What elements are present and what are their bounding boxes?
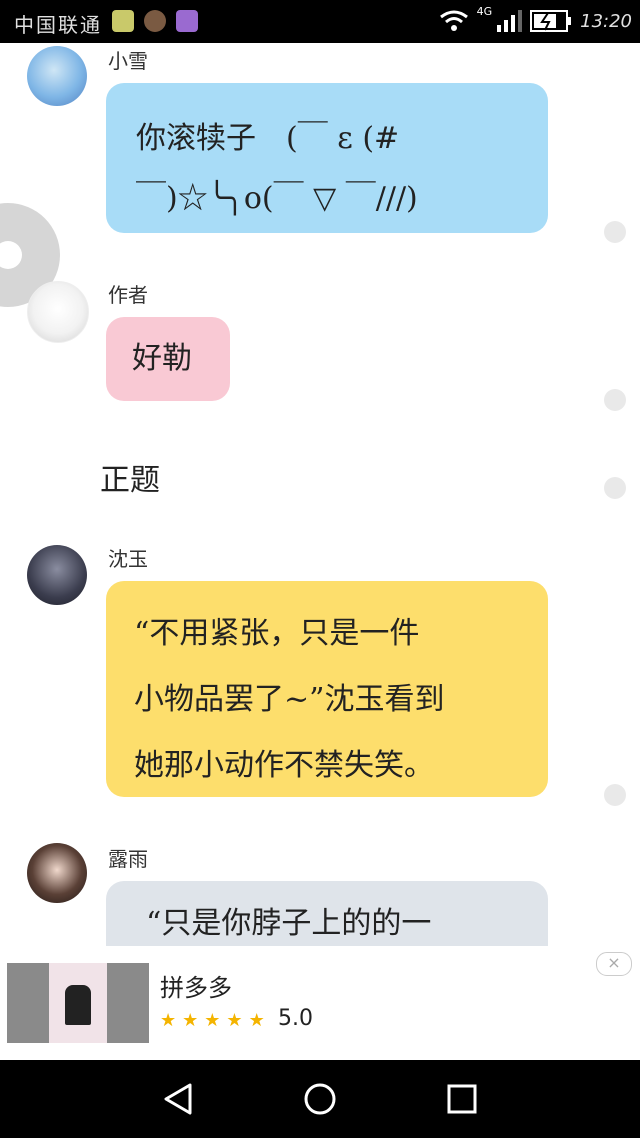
ad-banner[interactable]: 广告 拼多多 ★ ★ ★ ★ ★ 5.0 ×	[0, 946, 640, 1060]
message-bubble[interactable]: “不用紧张，只是一件 小物品罢了~”沈玉看到 她那小动作不禁失笑。	[106, 581, 548, 797]
notification-icon	[112, 10, 134, 32]
select-dot[interactable]	[604, 784, 626, 806]
avatar[interactable]	[27, 281, 89, 343]
signal-icon	[497, 10, 523, 32]
avatar[interactable]	[27, 545, 87, 605]
close-icon[interactable]: ×	[596, 952, 632, 976]
ad-app-name[interactable]: 拼多多	[160, 968, 232, 1003]
home-icon[interactable]	[303, 1082, 337, 1116]
wifi-icon	[439, 10, 468, 31]
clock: 13:20	[580, 10, 632, 32]
message-line: 小物品罢了~”沈玉看到	[134, 682, 445, 717]
message-line: “只是你脖子上的的一	[146, 906, 432, 941]
avatar[interactable]	[27, 843, 87, 903]
sender-name: 露雨	[108, 847, 148, 871]
recents-icon[interactable]	[447, 1084, 477, 1114]
chat-area[interactable]: 小雪 你滚犊子 (￣ ε (# ￣)☆╰╮o(￣ ▽ ￣///) 作者 好勒 正…	[0, 43, 640, 946]
select-dot[interactable]	[604, 221, 626, 243]
avatar[interactable]	[27, 46, 87, 106]
ad-rating-stars: ★ ★ ★ ★ ★	[160, 1010, 265, 1031]
message-bubble[interactable]: 你滚犊子 (￣ ε (# ￣)☆╰╮o(￣ ▽ ￣///)	[106, 83, 548, 233]
section-title: 正题	[100, 463, 160, 498]
carrier-label: 中国联通	[14, 13, 102, 37]
sender-name: 沈玉	[108, 547, 148, 571]
ad-rating-value: 5.0	[278, 1006, 313, 1031]
message-line: 她那小动作不禁失笑。	[134, 748, 434, 783]
message-line: 你滚犊子 (￣ ε (#	[136, 121, 400, 156]
star-icon: ★	[160, 1010, 177, 1031]
network-type: 4G	[476, 5, 493, 18]
select-dot[interactable]	[604, 477, 626, 499]
status-bar: 中国联通 4G 13:20	[0, 0, 640, 43]
star-icon: ★	[226, 1010, 243, 1031]
gallery-notification-icon	[176, 10, 198, 32]
star-icon: ★	[248, 1010, 265, 1031]
navigation-bar	[0, 1060, 640, 1138]
message-bubble[interactable]: 好勒	[106, 317, 230, 401]
message-line: “不用紧张，只是一件	[134, 616, 420, 651]
message-line: 好勒	[132, 341, 192, 376]
sender-name: 作者	[108, 283, 148, 307]
message-line: ￣)☆╰╮o(￣ ▽ ￣///)	[136, 181, 418, 216]
back-icon[interactable]	[162, 1082, 194, 1116]
battery-charging-icon	[530, 10, 572, 32]
message-bubble[interactable]: “只是你脖子上的的一	[106, 881, 548, 946]
avatar-notification-icon	[144, 10, 166, 32]
status-right: 4G 13:20	[439, 5, 632, 37]
star-icon: ★	[204, 1010, 221, 1031]
ad-thumbnail[interactable]: 广告	[7, 963, 149, 1043]
select-dot[interactable]	[604, 389, 626, 411]
star-icon: ★	[182, 1010, 199, 1031]
sender-name: 小雪	[108, 49, 148, 73]
